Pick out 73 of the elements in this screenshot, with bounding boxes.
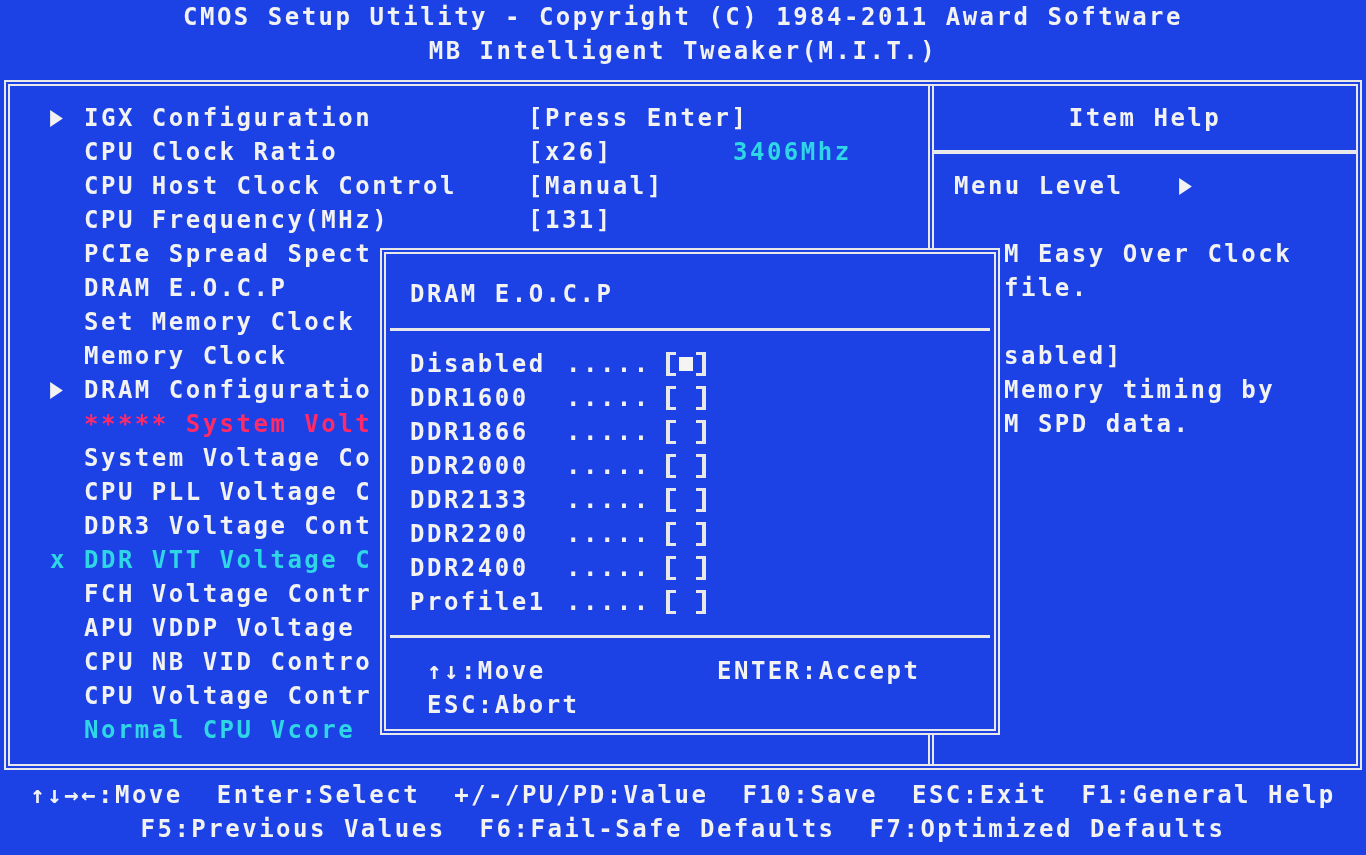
- dot-leader: .....: [566, 486, 652, 514]
- triangle-icon: [1178, 177, 1192, 195]
- triangle-icon: [50, 109, 63, 127]
- help-text: Memory timing by: [1004, 375, 1277, 406]
- dot-leader: .....: [566, 452, 652, 480]
- help-title: Item Help: [934, 86, 1356, 154]
- menu-item[interactable]: PCIe Spread Spect: [84, 240, 373, 268]
- frequency-reading: 3406Mhz: [733, 138, 852, 166]
- help-text: M SPD data.: [1004, 409, 1192, 440]
- help-text: M Easy Over Clock: [1004, 239, 1294, 270]
- disabled-marker: x: [50, 546, 67, 574]
- key-hint: ↑↓→←:Move: [30, 779, 183, 811]
- option-label[interactable]: DDR2200: [410, 520, 566, 548]
- option-label[interactable]: DDR1600: [410, 384, 566, 412]
- key-hint: F1:General Help: [1081, 779, 1336, 811]
- menu-item[interactable]: DDR3 Voltage Cont: [84, 512, 373, 540]
- menu-item[interactable]: DRAM E.O.C.P: [84, 274, 288, 302]
- option-label[interactable]: DDR2000: [410, 452, 566, 480]
- radio-button[interactable]: [666, 522, 706, 546]
- menu-item[interactable]: Set Memory Clock: [84, 308, 356, 336]
- screen-title: CMOS Setup Utility - Copyright (C) 1984-2011 Award Software: [183, 2, 1183, 33]
- dot-leader: .....: [566, 384, 652, 412]
- key-hint: ↑↓:Move: [427, 656, 547, 687]
- menu-level-label: Menu Level: [954, 172, 1124, 200]
- menu-item[interactable]: CPU Frequency(MHz): [84, 206, 390, 234]
- key-hint: +/-/PU/PD:Value: [454, 779, 709, 811]
- key-hint: Enter:Select: [216, 779, 421, 811]
- option-label[interactable]: DDR1866: [410, 418, 566, 446]
- radio-button[interactable]: [666, 386, 706, 410]
- option-label[interactable]: Profile1: [410, 588, 566, 616]
- help-text: file.: [1004, 273, 1090, 304]
- menu-item[interactable]: CPU PLL Voltage C: [84, 478, 373, 506]
- radio-button[interactable]: [666, 488, 706, 512]
- triangle-icon: [50, 381, 63, 399]
- menu-item[interactable]: DRAM Configuratio: [84, 376, 373, 404]
- dialog-title: DRAM E.O.C.P: [409, 279, 615, 310]
- dot-leader: .....: [566, 520, 652, 548]
- menu-item[interactable]: DDR VTT Voltage C: [84, 546, 373, 574]
- menu-item[interactable]: IGX Configuration: [84, 104, 373, 132]
- key-hint: F7:Optimized Defaults: [869, 813, 1226, 845]
- key-hint: ENTER:Accept: [717, 656, 922, 687]
- radio-button[interactable]: [666, 556, 706, 580]
- menu-item[interactable]: System Voltage Co: [84, 444, 373, 472]
- menu-item[interactable]: CPU Clock Ratio: [84, 138, 339, 166]
- menu-item[interactable]: APU VDDP Voltage: [84, 614, 356, 642]
- menu-item[interactable]: CPU NB VID Contro: [84, 648, 373, 676]
- dot-leader: .....: [566, 588, 652, 616]
- setting-value[interactable]: [Press Enter]: [528, 104, 749, 132]
- menu-item[interactable]: Memory Clock: [84, 342, 288, 370]
- key-hint: F5:Previous Values: [140, 813, 446, 845]
- dot-leader: .....: [566, 350, 652, 378]
- setting-value[interactable]: [x26]: [528, 138, 613, 166]
- option-label[interactable]: DDR2400: [410, 554, 566, 582]
- key-hint: F6:Fail-Safe Defaults: [479, 813, 836, 845]
- menu-item[interactable]: CPU Host Clock Control: [84, 172, 457, 200]
- key-hint: ESC:Abort: [427, 690, 581, 721]
- radio-button[interactable]: [666, 590, 706, 614]
- help-text: sabled]: [1004, 341, 1124, 372]
- setting-value[interactable]: [Manual]: [528, 172, 664, 200]
- dot-leader: .....: [566, 418, 652, 446]
- section-heading: ***** System Volt: [84, 410, 373, 438]
- dot-leader: .....: [566, 554, 652, 582]
- key-hint: ESC:Exit: [911, 779, 1048, 811]
- screen-subtitle: MB Intelligent Tweaker(M.I.T.): [428, 36, 938, 67]
- radio-button[interactable]: [666, 454, 706, 478]
- menu-item[interactable]: FCH Voltage Contr: [84, 580, 373, 608]
- option-label[interactable]: DDR2133: [410, 486, 566, 514]
- option-label[interactable]: Disabled: [410, 350, 566, 378]
- radio-button[interactable]: [666, 420, 706, 444]
- setting-value[interactable]: [131]: [528, 206, 613, 234]
- menu-item[interactable]: CPU Voltage Contr: [84, 682, 373, 710]
- radio-button[interactable]: [666, 352, 706, 376]
- key-hint: F10:Save: [742, 779, 878, 811]
